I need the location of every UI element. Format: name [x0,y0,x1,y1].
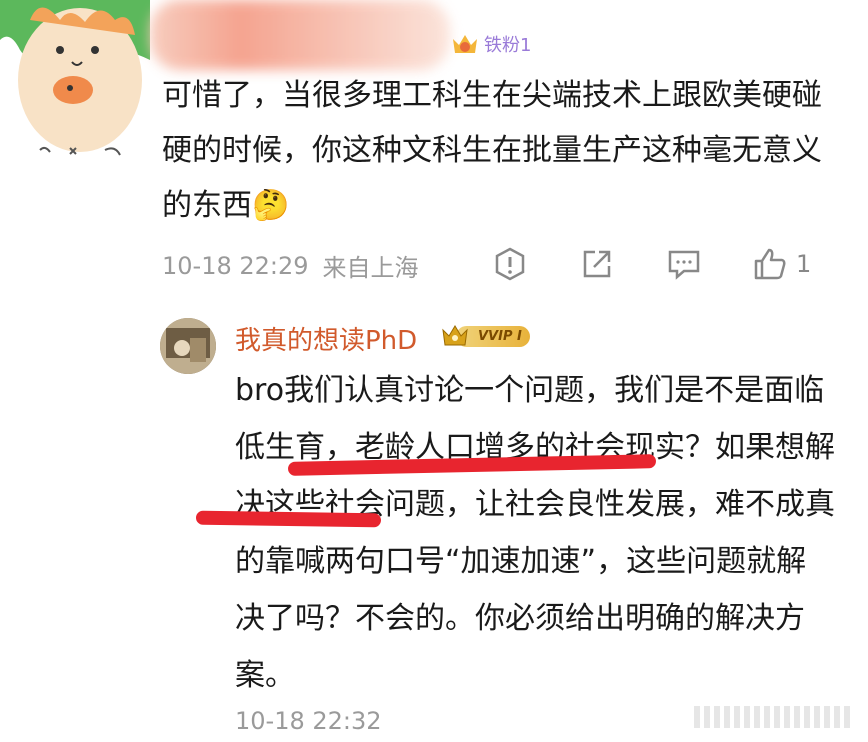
reply-text: bro我们认真讨论一个问题，我们是不是面临低生育，老龄人口增多的社会现实？如果想… [235,373,835,693]
comment-button[interactable] [666,244,702,284]
report-button[interactable] [492,244,528,284]
share-button[interactable] [579,244,615,284]
reply-avatar[interactable] [160,318,216,374]
share-icon [583,250,611,278]
reply-meta: 10-18 22:32 [235,707,382,735]
reply-username[interactable]: 我真的想读PhD [235,320,417,357]
fan-badge-icon [453,35,477,53]
reply-time: 10-18 22:32 [235,707,382,735]
redacted-username [150,0,450,70]
comment-icon [668,250,700,280]
like-count: 1 [796,250,812,278]
comment-location: 来自上海 [322,254,419,282]
comment-text: 可惜了，当很多理工科生在尖端技术上跟欧美硬碰硬的时候，你这种文科生在批量生产这种… [162,78,822,223]
like-button[interactable]: 1 [752,244,811,284]
crown-badge-icon [442,325,468,346]
red-underline-2 [195,510,382,528]
watermark [694,706,850,728]
vip-badge: VVIP I [440,322,530,350]
like-icon [754,248,786,280]
fan-badge: 铁粉1 [450,30,531,58]
cat-avatar-icon[interactable] [0,0,150,175]
comment-time: 10-18 22:29 [162,251,309,280]
comment-meta: 10-18 22:29 来自上海 [162,248,419,283]
report-icon [495,247,525,281]
fan-badge-label: 铁粉1 [484,35,532,56]
